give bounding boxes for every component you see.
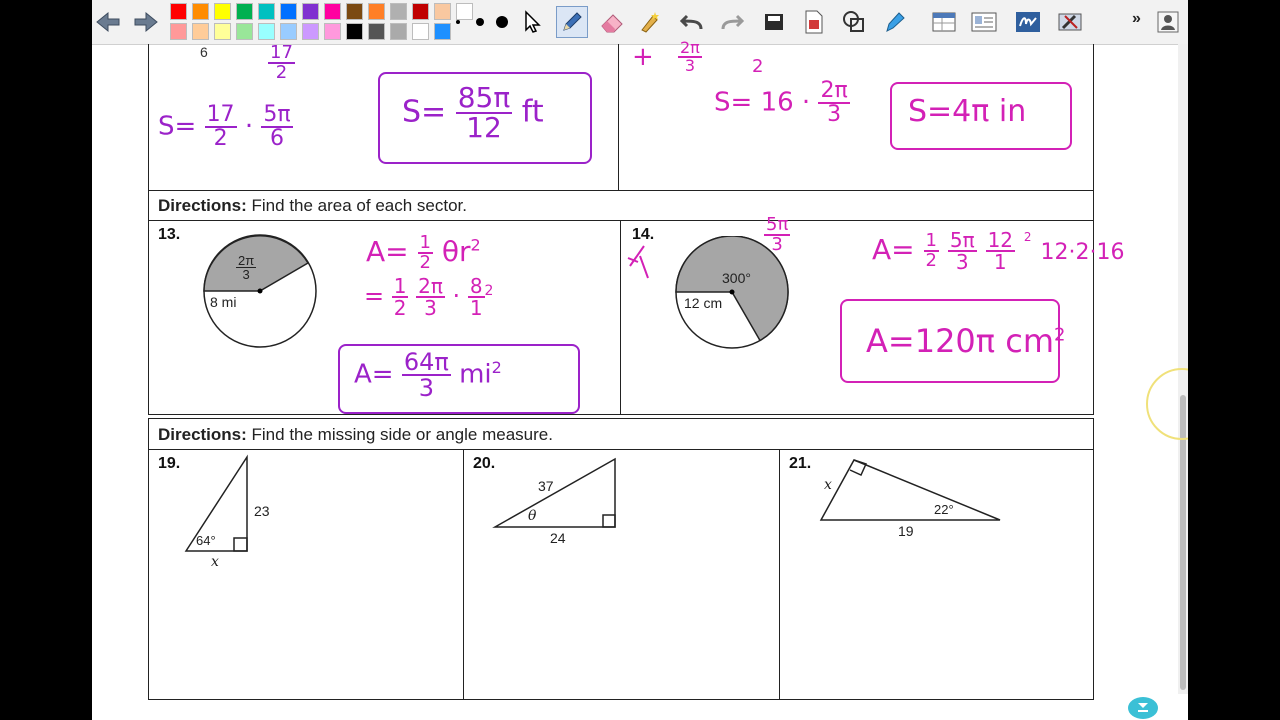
problem-number: 13. xyxy=(158,226,181,243)
directions-area: Directions: Find the area of each sector… xyxy=(158,196,467,215)
redo-icon[interactable] xyxy=(716,6,748,38)
handwritten-answer: A=120π cm2 xyxy=(866,322,1066,360)
color-swatch[interactable] xyxy=(412,3,429,20)
shapes-icon[interactable] xyxy=(838,6,870,38)
triangle-figure-19 xyxy=(184,454,248,552)
handwritten-fraction: 2π 3 xyxy=(678,38,702,75)
color-swatch[interactable] xyxy=(280,23,297,40)
angle-label: 300° xyxy=(722,270,751,286)
color-swatch[interactable] xyxy=(390,23,407,40)
problem-number: 19. xyxy=(158,455,181,472)
radius-label: 8 mi xyxy=(210,294,237,310)
color-swatch[interactable] xyxy=(368,23,385,40)
triangle-figure-21 xyxy=(819,459,1001,521)
page-navigation-icon[interactable] xyxy=(1128,697,1158,719)
color-swatch[interactable] xyxy=(170,23,187,40)
unknown-label: x xyxy=(211,554,219,570)
angle-label: θ xyxy=(528,508,537,524)
handwritten-answer: S= 85π 12 ft xyxy=(402,81,544,144)
color-swatch[interactable] xyxy=(324,3,341,20)
color-swatch[interactable] xyxy=(324,23,341,40)
handwritten-substitution: = 12 2π 3 · 812 xyxy=(364,274,494,320)
side-label: 24 xyxy=(550,530,566,546)
handwritten-formula: A= 12 5π 3 12 1 2 12·2·16 xyxy=(872,228,1125,274)
directions-missing: Directions: Find the missing side or ang… xyxy=(158,425,553,444)
angle-label: 64° xyxy=(196,533,216,548)
grid-line xyxy=(148,190,149,220)
side-label: 23 xyxy=(254,503,270,519)
color-swatch[interactable] xyxy=(346,3,363,20)
insert-page-icon[interactable] xyxy=(798,6,830,38)
color-swatch[interactable] xyxy=(170,3,187,20)
whiteboard-window: » 6 17 2 S= 17 2 · 5π 6 S= 85π 12 ft + 2π 3 xyxy=(92,0,1188,720)
color-swatch[interactable] xyxy=(192,23,209,40)
magic-pen-icon[interactable] xyxy=(636,6,668,38)
color-swatch[interactable] xyxy=(214,3,231,20)
forward-icon[interactable] xyxy=(130,6,162,38)
handwritten-mark: + xyxy=(632,42,654,72)
color-swatch[interactable] xyxy=(412,23,429,40)
screen-shade-icon[interactable] xyxy=(758,6,790,38)
color-swatch[interactable] xyxy=(368,3,385,20)
grid-line xyxy=(148,418,1094,419)
grid-line xyxy=(148,220,149,414)
user-icon[interactable] xyxy=(1152,6,1184,38)
select-arrow-icon[interactable] xyxy=(516,6,548,38)
handwritten-digit: 2 xyxy=(752,56,764,77)
highlighter-icon[interactable] xyxy=(878,6,910,38)
undo-icon[interactable] xyxy=(676,6,708,38)
toolbar: » xyxy=(92,0,1188,45)
color-swatch[interactable] xyxy=(214,23,231,40)
triangle-figure-20 xyxy=(492,457,616,528)
color-swatch[interactable] xyxy=(258,3,275,20)
grid-line xyxy=(1093,418,1094,700)
color-swatch[interactable] xyxy=(236,23,253,40)
color-swatch[interactable] xyxy=(280,3,297,20)
handwritten-answer: A= 64π 3 mi2 xyxy=(354,348,502,402)
pen-size-large-icon[interactable] xyxy=(486,6,518,38)
tools-icon[interactable] xyxy=(1054,6,1086,38)
grid-line xyxy=(1093,190,1094,220)
radius-label: 12 cm xyxy=(684,295,723,311)
grid-line xyxy=(463,449,464,700)
handwritten-work-s: S= 16 · 2π 3 xyxy=(714,78,850,127)
side-label: 37 xyxy=(538,478,554,494)
handwritten-answer: S=4π in xyxy=(908,94,1027,129)
grid-line xyxy=(148,44,149,190)
handwritten-work-s: S= 17 2 · 5π 6 xyxy=(158,102,293,151)
problem-number: 21. xyxy=(789,455,812,472)
grid-line xyxy=(148,220,1094,221)
color-swatch[interactable] xyxy=(390,3,407,20)
grid-line xyxy=(148,418,149,700)
handwritten-formula: A= 12 θr2 xyxy=(366,232,481,273)
grid-line xyxy=(148,449,1094,450)
color-swatch[interactable] xyxy=(192,3,209,20)
grid-line xyxy=(148,414,1094,415)
eraser-icon[interactable] xyxy=(596,6,628,38)
grid-line xyxy=(618,44,619,190)
back-icon[interactable] xyxy=(92,6,124,38)
worksheet-page: 6 17 2 S= 17 2 · 5π 6 S= 85π 12 ft + 2π 3 2 S… xyxy=(92,40,1178,720)
grid-line xyxy=(148,699,1094,700)
side-label: 19 xyxy=(898,523,914,539)
angle-label: 22° xyxy=(934,502,954,517)
table-icon[interactable] xyxy=(928,6,960,38)
grid-line xyxy=(779,449,780,700)
grid-line xyxy=(148,190,1094,191)
handwriting-icon[interactable] xyxy=(1012,6,1044,38)
partial-label: 6 xyxy=(200,44,208,60)
toolbar-overflow-button[interactable]: » xyxy=(1132,10,1141,28)
color-swatch[interactable] xyxy=(346,23,363,40)
color-swatch[interactable] xyxy=(302,3,319,20)
color-swatch[interactable] xyxy=(258,23,275,40)
color-swatch[interactable] xyxy=(302,23,319,40)
handwritten-fraction: 17 2 xyxy=(268,42,295,83)
pen-tool-icon[interactable] xyxy=(556,6,588,38)
angle-label: 2π 3 xyxy=(236,253,257,282)
gallery-icon[interactable] xyxy=(968,6,1000,38)
color-swatch[interactable] xyxy=(236,3,253,20)
unknown-label: x xyxy=(824,477,832,493)
grid-line xyxy=(1093,44,1094,190)
